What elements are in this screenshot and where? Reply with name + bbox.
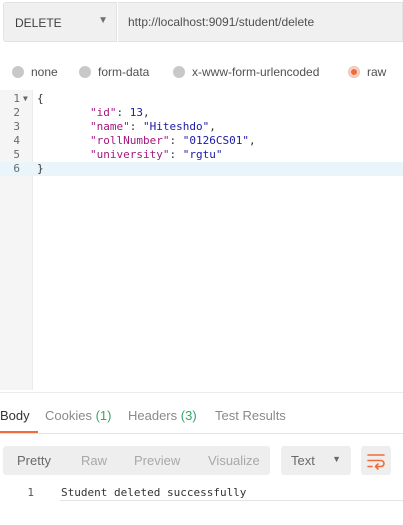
view-mode-group: Pretty Raw Preview Visualize xyxy=(3,446,270,475)
json-pair: "id": 13, xyxy=(90,106,150,120)
response-line: 1 Student deleted successfully xyxy=(0,486,403,500)
radio-raw[interactable]: raw xyxy=(348,62,386,82)
editor-line: 3 "name": "Hiteshdo", xyxy=(0,120,403,134)
chevron-down-icon: ▼ xyxy=(332,454,341,464)
format-select[interactable]: Text ▼ xyxy=(281,446,351,475)
request-bar: DELETE ▼ xyxy=(3,2,403,42)
response-text: Student deleted successfully xyxy=(61,486,247,499)
radio-label: none xyxy=(31,65,58,79)
json-value: 13 xyxy=(129,106,143,119)
radio-circle-icon xyxy=(173,66,185,78)
tabs-underline-rule xyxy=(0,433,403,434)
json-comma: , xyxy=(143,106,150,119)
radio-none[interactable]: none xyxy=(12,62,58,82)
view-raw-button[interactable]: Raw xyxy=(81,446,107,475)
line-number: 6 xyxy=(13,162,20,175)
json-separator: : xyxy=(116,106,130,119)
json-separator: : xyxy=(169,148,183,161)
tab-label: Cookies xyxy=(45,408,92,423)
json-close-brace: } xyxy=(37,162,44,175)
tab-label: Headers xyxy=(128,408,178,423)
view-pretty-button[interactable]: Pretty xyxy=(17,446,51,475)
editor-line: 2 "id": 13, xyxy=(0,106,403,120)
tab-test-results[interactable]: Test Results xyxy=(215,408,286,434)
format-label: Text xyxy=(291,453,315,468)
cookies-count-badge: (1) xyxy=(95,408,112,423)
json-open-brace: { xyxy=(37,92,44,105)
editor-line-active: 6 } xyxy=(0,162,403,176)
line-number: 1 xyxy=(13,92,20,105)
method-label: DELETE xyxy=(15,16,62,30)
json-comma: , xyxy=(248,134,256,147)
line-number: 2 xyxy=(13,106,20,119)
json-key: "university" xyxy=(90,148,170,161)
tab-label: Test Results xyxy=(215,408,286,423)
view-preview-button[interactable]: Preview xyxy=(134,446,180,475)
json-value: "Hiteshdo" xyxy=(143,120,210,133)
radio-x-www-form-urlencoded[interactable]: x-www-form-urlencoded xyxy=(173,62,319,82)
json-pair: "university": "rgtu" xyxy=(90,148,222,162)
json-key: "rollNumber" xyxy=(90,134,170,147)
view-visualize-button[interactable]: Visualize xyxy=(208,446,260,475)
radio-selected-icon xyxy=(348,66,360,78)
word-wrap-button[interactable] xyxy=(361,446,391,475)
editor-line: 4 "rollNumber": "0126CS01", xyxy=(0,134,403,148)
json-separator: : xyxy=(129,120,143,133)
json-comma: , xyxy=(209,120,216,133)
chevron-down-icon: ▼ xyxy=(98,15,108,26)
tab-body[interactable]: Body xyxy=(0,408,38,434)
radio-circle-icon xyxy=(79,66,91,78)
response-tabs: Body Cookies (1) Headers (3) Test Result… xyxy=(0,408,403,434)
divider xyxy=(0,392,403,393)
radio-circle-icon xyxy=(12,66,24,78)
body-editor[interactable]: 1 ▼ { 2 "id": 13, 3 "name": "Hiteshdo", … xyxy=(0,90,403,390)
tab-label: Body xyxy=(0,408,30,423)
json-separator: : xyxy=(169,134,183,147)
response-line-number: 1 xyxy=(27,486,34,499)
response-rule xyxy=(60,500,403,501)
body-type-options: none form-data x-www-form-urlencoded raw xyxy=(0,62,403,82)
json-key: "id" xyxy=(90,106,117,119)
method-select[interactable]: DELETE ▼ xyxy=(3,2,117,42)
line-number: 3 xyxy=(13,120,20,133)
json-pair: "rollNumber": "0126CS01", xyxy=(90,134,256,148)
json-key: "name" xyxy=(90,120,130,133)
radio-label: raw xyxy=(367,65,387,79)
json-pair: "name": "Hiteshdo", xyxy=(90,120,216,134)
editor-line: 5 "university": "rgtu" xyxy=(0,148,403,162)
json-value: "rgtu" xyxy=(182,148,223,161)
radio-label: x-www-form-urlencoded xyxy=(192,65,320,79)
radio-label: form-data xyxy=(98,65,150,79)
headers-count-badge: (3) xyxy=(180,408,197,423)
fold-arrow-icon[interactable]: ▼ xyxy=(23,92,28,106)
word-wrap-icon xyxy=(367,454,385,470)
line-number: 4 xyxy=(13,134,20,147)
editor-line: 1 ▼ { xyxy=(0,92,403,106)
tab-headers[interactable]: Headers (3) xyxy=(128,408,197,434)
line-number: 5 xyxy=(13,148,20,161)
radio-form-data[interactable]: form-data xyxy=(79,62,149,82)
json-value: "0126CS01" xyxy=(182,134,249,147)
url-input[interactable] xyxy=(118,2,403,42)
tab-cookies[interactable]: Cookies (1) xyxy=(45,408,111,434)
